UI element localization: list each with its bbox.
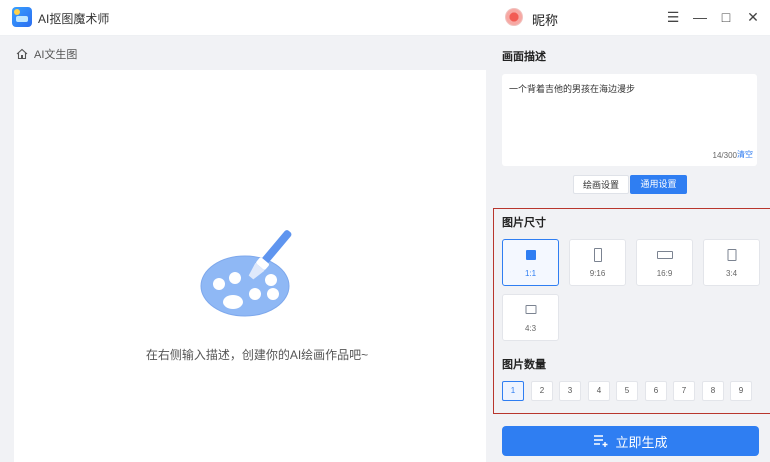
tab-general-settings[interactable]: 通用设置 [630,175,687,194]
generate-label: 立即生成 [615,434,668,450]
breadcrumb[interactable]: AI文生图 [16,46,77,62]
description-title: 画面描述 [502,51,546,63]
count-title: 图片数量 [502,359,546,371]
count-option-4[interactable]: 4 [588,381,610,401]
size-label: 16:9 [656,269,673,278]
size-title: 图片尺寸 [502,217,546,229]
canvas-area: 在右侧输入描述，创建你的AI绘画作品吧~ [14,70,486,462]
count-option-5[interactable]: 5 [616,381,638,401]
count-option-3[interactable]: 3 [559,381,581,401]
portrait-shape-icon [727,249,736,261]
description-text: 一个背着吉他的男孩在海边漫步 [509,84,636,94]
landscape-shape-icon [525,305,536,314]
size-label: 3:4 [725,269,738,278]
size-option-4-3[interactable]: 4:3 [502,294,559,341]
count-option-9[interactable]: 9 [730,381,752,401]
count-option-7[interactable]: 7 [673,381,695,401]
size-option-9-16[interactable]: 9:16 [569,239,626,286]
description-input[interactable]: 一个背着吉他的男孩在海边漫步 14/300 清空 [502,74,757,166]
count-option-1[interactable]: 1 [502,381,524,401]
size-option-16-9[interactable]: 16:9 [636,239,693,286]
home-icon [16,48,28,60]
nickname[interactable]: 昵称 [532,10,558,29]
size-label: 9:16 [589,269,606,278]
size-option-3-4[interactable]: 3:4 [703,239,760,286]
count-option-2[interactable]: 2 [531,381,553,401]
generate-button[interactable]: 立即生成 [502,426,759,456]
size-label: 4:3 [524,324,537,333]
title-bar: AI抠图魔术师 昵称 ☰ — □ ✕ [0,0,770,36]
right-panel: 画面描述 一个背着吉他的男孩在海边漫步 14/300 清空 绘画设置 通用设置 … [490,36,770,462]
size-label: 1:1 [524,269,537,278]
breadcrumb-label: AI文生图 [34,49,78,61]
menu-icon[interactable]: ☰ [662,6,684,28]
app-logo-icon [12,7,32,27]
minimize-icon[interactable]: — [689,6,711,28]
palette-illustration [200,230,292,317]
portrait-shape-icon [593,248,602,262]
app-title: AI抠图魔术师 [38,12,110,26]
clear-button[interactable]: 清空 [737,149,753,160]
close-icon[interactable]: ✕ [742,6,764,28]
landscape-shape-icon [656,251,673,259]
maximize-icon[interactable]: □ [715,6,737,28]
empty-hint: 在右侧输入描述，创建你的AI绘画作品吧~ [145,348,369,362]
square-shape-icon [525,250,536,260]
avatar[interactable] [505,8,523,26]
tab-drawing-settings[interactable]: 绘画设置 [573,175,629,194]
list-add-icon [594,435,608,447]
left-panel: AI文生图 在右侧输入描述，创建你的AI绘画作品吧~ [0,36,490,462]
count-option-8[interactable]: 8 [702,381,724,401]
size-option-1-1[interactable]: 1:1 [502,239,559,286]
count-option-6[interactable]: 6 [645,381,667,401]
char-count: 14/300 [712,151,737,160]
